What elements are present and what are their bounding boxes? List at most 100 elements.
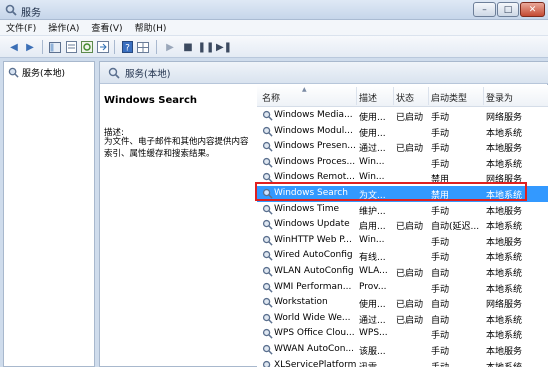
export-list-button[interactable] [96, 40, 110, 54]
service-name: WinHTTP Web P... [274, 234, 352, 245]
service-row[interactable]: Windows Proces... Win... 手动 本地系统 [257, 155, 548, 171]
service-row[interactable]: Workstation 使用... 已启动 自动 网络服务 [257, 295, 548, 311]
menu-action[interactable]: 操作(A) [48, 21, 79, 34]
service-log-on-as: 本地系统 [486, 331, 523, 342]
service-log-on-as: 本地系统 [486, 269, 523, 279]
gear-icon [262, 142, 273, 152]
menu-help[interactable]: 帮助(H) [135, 21, 167, 34]
service-name: WMI Performan... [274, 281, 352, 292]
service-row[interactable]: Windows Presen... 通过... 已启动 手动 本地服务 [257, 139, 548, 155]
menu-view[interactable]: 查看(V) [91, 21, 122, 34]
show-hide-button[interactable] [136, 40, 150, 54]
service-log-on-as: 本地系统 [486, 360, 546, 367]
service-log-on-as: 本地系统 [486, 315, 523, 326]
window-title: 服务 [21, 8, 41, 19]
column-divider[interactable] [483, 87, 484, 105]
properties-icon [65, 41, 77, 53]
forward-arrow-icon: ▶ [26, 41, 34, 53]
service-row[interactable]: Windows Modul... 使用... 手动 本地系统 [257, 124, 548, 140]
gear-icon [262, 235, 273, 246]
service-description: 使用... [359, 128, 386, 139]
service-description: WPS... [359, 328, 388, 339]
gear-icon [108, 67, 120, 79]
service-row[interactable]: Windows Media... 使用... 已启动 手动 网络服务 [257, 108, 548, 124]
service-startup-type: 自动 [431, 300, 450, 311]
stop-service-button[interactable]: ■ [181, 40, 195, 54]
gear-icon [262, 188, 273, 199]
service-row[interactable]: WMI Performan... Prov... 手动 本地系统 [257, 280, 548, 296]
service-row[interactable]: WWAN AutoCon... 该服... 手动 本地服务 [257, 342, 548, 358]
properties-button[interactable] [64, 40, 78, 54]
service-startup-type: 禁用 [431, 175, 450, 186]
service-description: 为文... [359, 191, 386, 201]
service-description: WLA... [359, 266, 388, 276]
column-divider[interactable] [393, 87, 394, 105]
selected-service-title: Windows Search [104, 95, 197, 106]
gear-icon [262, 110, 273, 121]
service-description: Prov... [359, 281, 387, 292]
tree-item-services-local[interactable]: 服务(本地) [8, 66, 65, 79]
service-log-on-as: 网络服务 [486, 113, 523, 123]
refresh-button[interactable] [80, 40, 94, 54]
service-status: 已启动 [396, 315, 424, 326]
service-row[interactable]: WLAN AutoConfig WLA... 已启动 自动 本地系统 [257, 264, 548, 280]
service-row[interactable]: Windows Remot... Win... 禁用 网络服务 [257, 170, 548, 186]
service-log-on-as: 本地服务 [486, 347, 523, 357]
help-button[interactable]: ? [120, 40, 134, 54]
column-divider[interactable] [428, 87, 429, 105]
forward-button[interactable]: ▶ [23, 40, 37, 54]
service-name: Wired AutoConfig [274, 250, 353, 261]
service-row[interactable]: XLServicePlatform迅雷... 手动本地系统 [257, 358, 548, 367]
service-name: Windows Time [274, 203, 340, 214]
gear-icon [262, 204, 273, 215]
service-log-on-as: 本地系统 [486, 128, 523, 139]
pause-icon: ❚❚ [197, 41, 215, 53]
service-log-on-as: 本地系统 [486, 222, 523, 233]
service-row[interactable]: WPS Office Clou... WPS... 手动 本地系统 [257, 326, 548, 342]
minimize-button[interactable]: – [473, 2, 496, 17]
service-startup-type: 手动 [431, 206, 450, 217]
maximize-button[interactable]: □ [497, 2, 519, 17]
service-name: Windows Update [274, 219, 350, 230]
sort-ascending-icon: ▲ [302, 86, 307, 93]
service-row[interactable]: World Wide We... 通过... 已启动 自动 本地系统 [257, 311, 548, 327]
service-description: 维护... [359, 206, 386, 217]
service-startup-type: 手动 [431, 144, 450, 155]
service-name: Windows Presen... [274, 141, 356, 152]
toolbar-separator [114, 40, 115, 54]
column-divider[interactable] [356, 87, 357, 105]
back-button[interactable]: ◀ [7, 40, 21, 54]
service-startup-type: 自动 [431, 269, 450, 279]
service-description: 有线... [359, 253, 386, 264]
service-row[interactable]: Windows Search 为文... 禁用 本地系统 [257, 186, 548, 202]
service-status: 已启动 [396, 144, 424, 155]
pause-service-button[interactable]: ❚❚ [197, 40, 215, 54]
service-row[interactable]: Windows Update 启用... 已启动 自动(延迟... 本地系统 [257, 217, 548, 233]
gear-icon [262, 313, 273, 324]
gear-icon [262, 298, 273, 308]
console-tree-button[interactable] [48, 40, 62, 54]
service-description: 通过... [359, 144, 386, 155]
service-row[interactable]: WinHTTP Web P... Win... 手动 本地服务 [257, 233, 548, 249]
column-startup-type[interactable]: 启动类型 [431, 91, 467, 104]
service-log-on-as: 本地系统 [486, 284, 523, 295]
column-name[interactable]: 名称 [262, 91, 280, 104]
tree-item-label: 服务(本地) [22, 69, 66, 79]
gear-icon [262, 344, 273, 355]
start-service-button[interactable]: ▶ [163, 40, 177, 54]
service-row[interactable]: Wired AutoConfig 有线... 手动 本地系统 [257, 248, 548, 264]
column-description[interactable]: 描述 [359, 91, 377, 104]
close-icon: ✕ [528, 4, 537, 15]
service-startup-type: 手动 [431, 360, 483, 367]
toolbar: ◀ ▶ ? ▶ ■ ❚❚ ▶❚ [0, 36, 548, 58]
column-status[interactable]: 状态 [396, 91, 414, 104]
restart-service-button[interactable]: ▶❚ [216, 40, 232, 54]
gear-icon [8, 67, 19, 78]
close-button[interactable]: ✕ [520, 2, 545, 17]
service-name: Workstation [274, 297, 328, 308]
console-tree-icon [49, 41, 61, 53]
service-row[interactable]: Windows Time 维护... 手动 本地服务 [257, 202, 548, 218]
service-name: World Wide We... [274, 312, 351, 323]
column-log-on-as[interactable]: 登录为 [486, 91, 513, 104]
menu-file[interactable]: 文件(F) [6, 21, 36, 34]
